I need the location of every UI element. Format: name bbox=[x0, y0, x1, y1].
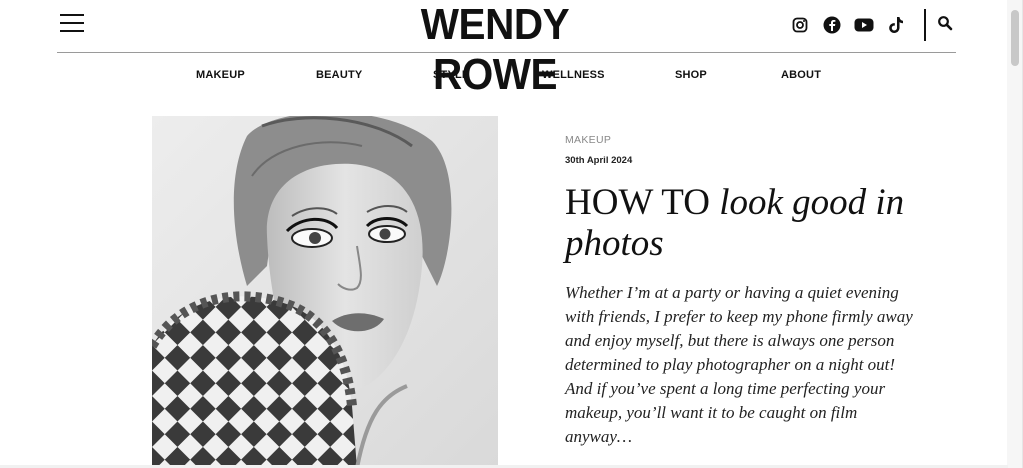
scrollbar-thumb[interactable] bbox=[1011, 10, 1019, 66]
title-plain: HOW TO bbox=[565, 182, 710, 223]
youtube-icon[interactable] bbox=[854, 15, 874, 35]
article-date: 30th April 2024 bbox=[565, 155, 633, 166]
menu-line bbox=[60, 14, 84, 16]
portrait-illustration bbox=[152, 116, 498, 468]
nav-item-wellness[interactable]: WELLNESS bbox=[542, 67, 605, 83]
header-rule bbox=[57, 52, 956, 53]
search-icon[interactable] bbox=[937, 15, 955, 33]
article-excerpt: Whether I’m at a party or having a quiet… bbox=[565, 283, 913, 446]
menu-line bbox=[60, 22, 84, 24]
vertical-scrollbar[interactable] bbox=[1007, 0, 1022, 468]
instagram-icon[interactable] bbox=[790, 15, 810, 35]
menu-line bbox=[60, 30, 84, 32]
article-title[interactable]: HOW TO look good in photos bbox=[565, 182, 925, 264]
article-category[interactable]: MAKEUP bbox=[565, 134, 611, 146]
nav-item-about[interactable]: ABOUT bbox=[781, 67, 821, 83]
header-divider bbox=[924, 9, 926, 41]
nav-item-makeup[interactable]: MAKEUP bbox=[196, 67, 245, 83]
site-logo[interactable]: WENDY ROWE bbox=[357, 0, 633, 99]
nav-item-style[interactable]: STYLE bbox=[433, 67, 469, 83]
nav-item-beauty[interactable]: BEAUTY bbox=[316, 67, 362, 83]
hamburger-menu-button[interactable] bbox=[60, 12, 85, 34]
main-nav: MAKEUP BEAUTY STYLE WELLNESS SHOP ABOUT bbox=[0, 67, 1023, 83]
nav-item-shop[interactable]: SHOP bbox=[675, 67, 707, 83]
facebook-icon[interactable] bbox=[822, 15, 842, 35]
page: WENDY ROWE MAKEUP BEAUTY STYLE WELLNESS … bbox=[0, 0, 1023, 468]
tiktok-icon[interactable] bbox=[886, 15, 906, 35]
article-hero-image[interactable] bbox=[152, 116, 498, 468]
social-links bbox=[790, 14, 918, 36]
